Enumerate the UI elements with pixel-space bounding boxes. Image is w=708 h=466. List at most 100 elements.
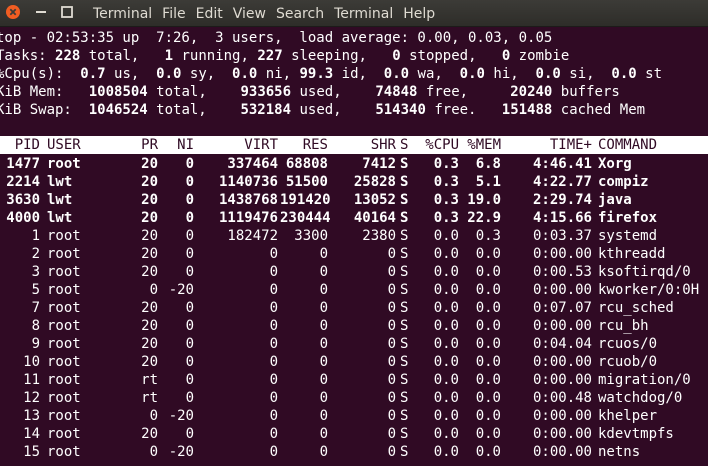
cell-time: 2:29.74 [532,192,592,208]
cell-ni: -20 [168,408,194,424]
maximize-window-icon[interactable] [60,5,74,19]
process-row[interactable]: 11 root rt 0 0 0 0 S 0.0 0.0 0:00.00 migration/0 [0,371,708,389]
cell-mem: 0.0 [475,300,501,316]
cell-ni: 0 [185,300,194,316]
tasks-stopped: 0 [392,48,401,64]
cpu-wa: 0.0 [383,66,410,82]
cell-state: S [400,264,409,280]
cell-res: 0 [319,336,328,352]
cell-mem: 0.0 [475,390,501,406]
cell-mem: 0.3 [475,228,501,244]
cell-command: rcu_bh [598,318,649,334]
cell-ni: 0 [185,192,194,208]
cell-virt: 0 [269,246,278,262]
close-window-icon[interactable] [6,5,20,19]
header-ni[interactable]: NI [160,136,194,154]
cell-command: rcuob/0 [598,354,658,370]
cell-command: Xorg [598,156,632,172]
process-row[interactable]: 5 root 0 -20 0 0 0 S 0.0 0.0 0:00.00 kworker/0:0H [0,281,708,299]
header-command[interactable]: COMMAND [598,136,708,154]
header-shr[interactable]: SHR [330,136,396,154]
cell-cpu: 0.0 [433,372,459,388]
cell-state: S [400,408,409,424]
menu-edit[interactable]: Edit [196,6,223,22]
cell-ni: -20 [168,444,194,460]
cell-shr: 25828 [353,174,396,190]
cell-shr: 0 [387,282,396,298]
cell-pr: 0 [149,282,158,298]
process-row[interactable]: 13 root 0 -20 0 0 0 S 0.0 0.0 0:00.00 khelper [0,407,708,425]
process-row[interactable]: 3630 lwt 20 0 1438768 191420 13052 S 0.3 19.0 2:29… [0,191,708,209]
cell-state: S [400,426,409,442]
terminal-area[interactable]: top - 02:53:35 up 7:26, 3 users, load av… [0,27,708,466]
mem-total: 1008504 [88,84,148,100]
cell-shr: 0 [387,426,396,442]
cell-pid: 11 [23,372,40,388]
process-row[interactable]: 1477 root 20 0 337464 68808 7412 S 0.3 6.8 4:46.41… [0,155,708,173]
menu-help[interactable]: Help [403,6,435,22]
cell-pid: 9 [31,336,40,352]
cell-cpu: 0.0 [433,318,459,334]
header-pr[interactable]: PR [120,136,158,154]
process-row[interactable]: 7 root 20 0 0 0 0 S 0.0 0.0 0:07.07 rcu_sched [0,299,708,317]
cell-time: 0:04.04 [532,336,592,352]
cpu-si: 0.0 [535,66,561,82]
top-uptime-line: top - 02:53:35 up 7:26, 3 users, load av… [0,30,553,46]
menubar: Terminal File Edit View Search Terminal … [93,0,445,27]
cell-user: lwt [47,174,73,190]
cell-res: 51500 [285,174,328,190]
process-row[interactable]: 4000 lwt 20 0 1119476 230444 40164 S 0.3 22.9 4:15… [0,209,708,227]
menu-search[interactable]: Search [276,6,324,22]
process-row[interactable]: 1 root 20 0 182472 3300 2380 S 0.0 0.3 0:03.37 syst… [0,227,708,245]
header-time[interactable]: TIME+ [505,136,592,154]
cell-shr: 0 [387,336,396,352]
cell-shr: 40164 [353,210,396,226]
cell-pr: 0 [149,408,158,424]
cell-command: watchdog/0 [598,390,683,406]
cell-state: S [400,282,409,298]
menu-view[interactable]: View [233,6,266,22]
header-res[interactable]: RES [280,136,328,154]
cell-shr: 13052 [353,192,396,208]
cell-cpu: 0.0 [433,444,459,460]
process-row[interactable]: 8 root 20 0 0 0 0 S 0.0 0.0 0:00.00 rcu_bh [0,317,708,335]
menu-terminal[interactable]: Terminal [334,6,393,22]
tasks-running: 1 [164,48,174,64]
header-virt[interactable]: VIRT [195,136,278,154]
process-row[interactable]: 15 root 0 -20 0 0 0 S 0.0 0.0 0:00.00 netns [0,443,708,461]
cell-state: S [400,246,409,262]
cell-user: root [47,408,81,424]
process-row[interactable]: 10 root 20 0 0 0 0 S 0.0 0.0 0:00.00 rcuob/0 [0,353,708,371]
process-row[interactable]: 14 root 20 0 0 0 0 S 0.0 0.0 0:00.00 kdevtmpfs [0,425,708,443]
process-row[interactable]: 9 root 20 0 0 0 0 S 0.0 0.0 0:04.04 rcuos/0 [0,335,708,353]
cell-command: netns [598,444,641,460]
minimize-window-icon[interactable] [34,5,48,19]
cell-pr: 20 [141,354,158,370]
cell-command: firefox [598,210,658,226]
cell-virt: 0 [269,318,278,334]
header-s[interactable]: S [400,136,412,154]
header-user[interactable]: USER [47,136,127,154]
cell-virt: 0 [269,264,278,280]
cell-mem: 0.0 [475,372,501,388]
header-mem[interactable]: %MEM [460,136,501,154]
cell-res: 68808 [285,156,328,172]
cell-virt: 0 [269,336,278,352]
header-cpu[interactable]: %CPU [416,136,459,154]
cell-res: 0 [319,264,328,280]
cell-time: 0:03.37 [532,228,592,244]
process-row[interactable]: 12 root rt 0 0 0 0 S 0.0 0.0 0:00.48 watchdog/0 [0,389,708,407]
cell-shr: 0 [387,408,396,424]
cpu-line: %Cpu(s): 0.7 us, 0.0 sy, 0.0 ni, 99.3 id… [0,65,662,83]
cell-user: root [47,390,81,406]
cell-virt: 337464 [227,156,278,172]
process-row[interactable]: 2214 lwt 20 0 1140736 51500 25828 S 0.3 5.1 4:22.7… [0,173,708,191]
process-row[interactable]: 3 root 20 0 0 0 0 S 0.0 0.0 0:00.53 ksoftirqd/0 [0,263,708,281]
header-pid[interactable]: PID [0,136,40,154]
cell-mem: 0.0 [475,426,501,442]
cell-pid: 2214 [6,174,40,190]
cell-pid: 7 [31,300,40,316]
menu-file[interactable]: File [162,6,185,22]
cell-ni: 0 [185,156,194,172]
process-row[interactable]: 2 root 20 0 0 0 0 S 0.0 0.0 0:00.00 kthreadd [0,245,708,263]
